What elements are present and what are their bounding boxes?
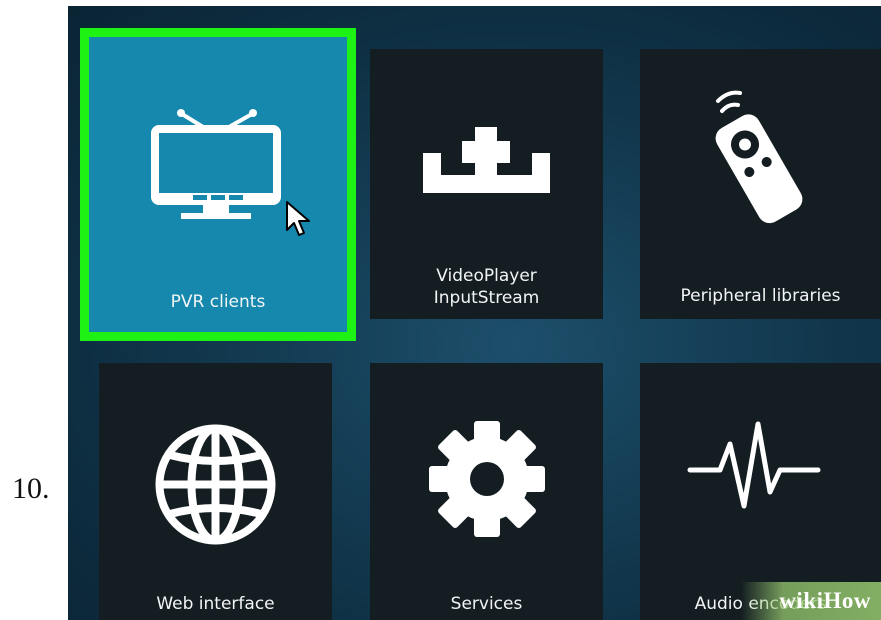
remote-control-icon bbox=[715, 90, 803, 224]
tile-label-peripheral-libraries: Peripheral libraries bbox=[680, 286, 841, 306]
tile-services[interactable]: Services bbox=[370, 363, 603, 620]
tile-peripheral-libraries[interactable]: Peripheral libraries bbox=[640, 49, 881, 319]
mouse-pointer-icon bbox=[286, 201, 310, 236]
tile-label-web-interface: Web interface bbox=[156, 594, 275, 614]
gear-icon bbox=[429, 421, 545, 537]
step-number: 10. bbox=[12, 472, 50, 505]
wikihow-watermark: wikiHow bbox=[741, 582, 881, 620]
tile-label-line: InputStream bbox=[433, 288, 540, 308]
tile-videoplayer-inputstream[interactable]: VideoPlayer InputStream bbox=[370, 49, 603, 319]
waveform-icon bbox=[687, 421, 821, 509]
tile-label-services: Services bbox=[450, 594, 523, 614]
tile-label-pvr-clients: PVR clients bbox=[170, 292, 266, 312]
kodi-addons-screen: PVR clients VideoPlayer InputStream Peri bbox=[68, 6, 881, 620]
add-download-icon bbox=[423, 127, 550, 193]
globe-icon bbox=[155, 424, 276, 545]
tile-web-interface[interactable]: Web interface bbox=[99, 363, 332, 620]
tile-label-line: VideoPlayer bbox=[436, 266, 537, 286]
tile-pvr-clients[interactable]: PVR clients bbox=[80, 28, 356, 341]
tv-icon bbox=[151, 109, 281, 219]
tile-label-videoplayer-inputstream: VideoPlayer InputStream bbox=[370, 265, 603, 309]
watermark-text: wikiHow bbox=[779, 588, 871, 613]
